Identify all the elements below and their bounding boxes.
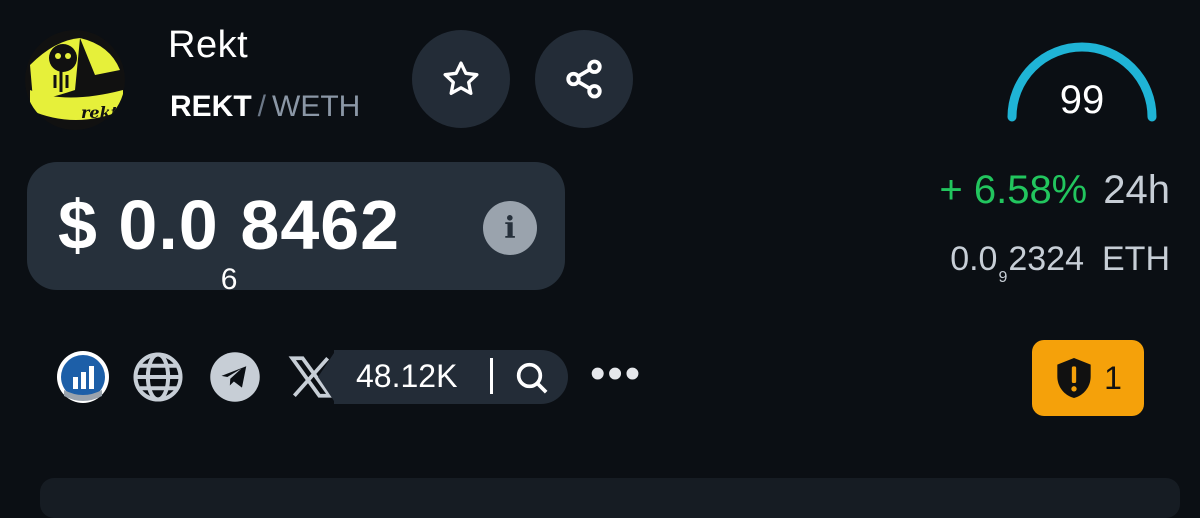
base-symbol: REKT bbox=[170, 90, 252, 123]
followers-divider bbox=[490, 358, 493, 394]
score-value: 99 bbox=[1059, 78, 1105, 122]
star-icon bbox=[443, 61, 479, 96]
share-icon bbox=[566, 59, 602, 99]
followers-count: 48.12K bbox=[356, 358, 458, 394]
eth-price-zero-count: 9 bbox=[998, 269, 1008, 286]
pair-separator: / bbox=[257, 90, 267, 123]
currency-symbol: $ bbox=[58, 186, 98, 264]
more-icon[interactable]: ••• bbox=[590, 352, 642, 396]
quote-symbol: WETH bbox=[272, 90, 361, 123]
eth-price-digits: 2324 bbox=[1008, 240, 1084, 278]
svg-text:rekt: rekt bbox=[81, 103, 119, 122]
favorite-button[interactable] bbox=[412, 30, 510, 128]
share-button[interactable] bbox=[535, 30, 633, 128]
info-icon[interactable]: i bbox=[483, 201, 537, 255]
security-warnings-badge[interactable]: 1 bbox=[1032, 340, 1144, 416]
eth-price: 0.092324 ETH bbox=[950, 240, 1170, 286]
globe-icon[interactable] bbox=[131, 350, 185, 404]
eth-price-prefix: 0.0 bbox=[950, 240, 998, 278]
shield-warning-icon bbox=[1057, 358, 1091, 398]
token-name: Rekt bbox=[168, 24, 249, 66]
next-card bbox=[40, 478, 1180, 518]
chart-icon[interactable] bbox=[56, 350, 110, 404]
change-percent: + 6.58% bbox=[939, 168, 1088, 212]
price-zero-count: 6 bbox=[220, 263, 239, 296]
usd-price: $ 0.068462 bbox=[58, 185, 401, 296]
telegram-icon[interactable] bbox=[208, 350, 262, 404]
price-prefix: 0.0 bbox=[118, 186, 219, 264]
trading-pair: REKT / WETH bbox=[170, 90, 360, 124]
price-digits: 8462 bbox=[240, 186, 401, 264]
change-period: 24h bbox=[1103, 168, 1170, 212]
eth-price-unit: ETH bbox=[1102, 240, 1170, 278]
search-icon[interactable] bbox=[512, 358, 552, 398]
warning-count: 1 bbox=[1104, 359, 1122, 396]
price-change: + 6.58% 24h bbox=[939, 168, 1170, 213]
token-avatar: rekt bbox=[25, 30, 125, 130]
